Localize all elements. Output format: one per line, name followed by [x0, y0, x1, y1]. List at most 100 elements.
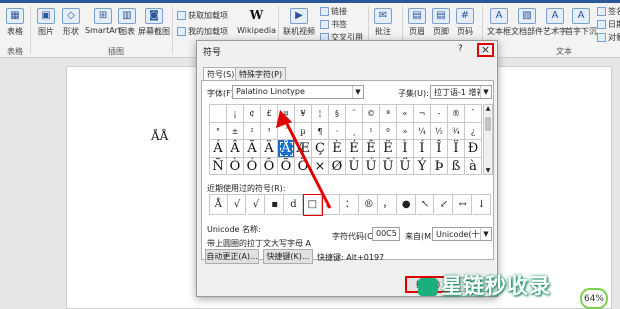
tab-special-characters[interactable]: 特殊字符(P) — [235, 67, 287, 81]
dialog-title: 符号 — [203, 48, 222, 58]
symbol-cell[interactable]: » — [397, 122, 414, 140]
recent-symbol[interactable]: ↖ — [416, 195, 435, 215]
symbol-cell[interactable]: ¼ — [414, 122, 431, 140]
shortcut-key-button[interactable]: 快捷键(K)... — [263, 249, 313, 264]
symbol-cell[interactable]: Û — [380, 157, 397, 175]
symbol-cell[interactable]: Ü — [397, 157, 414, 175]
symbol-cell[interactable]: Ù — [346, 157, 363, 175]
scroll-up-icon[interactable]: ▲ — [484, 105, 492, 112]
close-button[interactable]: × — [477, 43, 494, 57]
charcode-input[interactable]: 00C5 — [372, 227, 400, 241]
symbol-cell[interactable]: ¨ — [346, 105, 363, 123]
symbol-cell[interactable]: © — [363, 105, 380, 123]
footer-icon: ▤ — [432, 8, 450, 24]
symbol-cell[interactable]: ¿ — [465, 122, 482, 140]
symbol-cell[interactable]: Ý — [414, 157, 431, 175]
link-button[interactable]: 链接 — [320, 6, 347, 17]
symbol-grid-scrollbar[interactable]: ▲ ▼ — [483, 104, 493, 175]
my-addins-button[interactable]: 我的加载项 — [177, 26, 228, 37]
symbol-cell[interactable]: ß — [448, 157, 465, 175]
get-addins-button[interactable]: 获取加载项 — [177, 10, 228, 21]
symbol-cell[interactable]: ª — [380, 105, 397, 123]
tab-symbols[interactable]: 符号(S) — [203, 67, 239, 81]
picture-button[interactable]: ▣ 图片 — [37, 8, 55, 37]
chart-button[interactable]: ▥ 图表 — [118, 8, 136, 37]
symbol-cell[interactable]: à — [465, 157, 482, 175]
symbol-cell[interactable]: Ì — [397, 140, 414, 158]
scrollbar-thumb[interactable] — [485, 117, 491, 131]
help-button[interactable]: ? — [458, 44, 463, 54]
footer-button[interactable]: ▤ 页脚 — [432, 8, 450, 37]
recent-symbol[interactable]: ↙ — [435, 195, 454, 215]
table-button[interactable]: ▦ 表格 — [6, 8, 24, 37]
scroll-down-icon[interactable]: ▼ — [484, 167, 492, 174]
symbol-cell[interactable]: Ê — [363, 140, 380, 158]
recent-symbol[interactable]: ® — [360, 195, 378, 215]
symbol-cell[interactable]: Î — [431, 140, 448, 158]
screenshot-button[interactable]: ◙ 屏幕截图 — [138, 8, 170, 37]
object-button[interactable]: 对象 — [597, 32, 620, 43]
symbol-cell[interactable]: Ð — [465, 140, 482, 158]
group-label-illustrations: 插图 — [108, 47, 124, 56]
symbol-cell[interactable]: É — [346, 140, 363, 158]
symbol-cell[interactable]: ¬ — [414, 105, 431, 123]
dropcap-button[interactable]: A 首字下沉 — [565, 8, 597, 37]
font-select[interactable]: Palatino Linotype ▼ — [232, 85, 364, 99]
from-select[interactable]: Unicode(十六进 ▼ — [432, 227, 492, 241]
symbol-cell[interactable]: ° — [210, 122, 227, 140]
link-icon — [320, 7, 329, 16]
watermark: 星链秒收录 — [418, 270, 551, 300]
page-number-button[interactable]: # 页码 — [456, 8, 474, 37]
symbol-cell[interactable]: ¸ — [346, 122, 363, 140]
textbox-button[interactable]: A 文本框 — [487, 8, 511, 37]
recent-symbol[interactable]: ： — [341, 195, 360, 215]
recent-symbol[interactable]: ↓ — [473, 195, 491, 215]
symbol-cell[interactable]: Ñ — [210, 157, 227, 175]
smartart-button[interactable]: ⊞ SmartArt — [85, 8, 121, 35]
bookmark-button[interactable]: 书签 — [320, 19, 347, 30]
symbol-cell[interactable]: - — [431, 105, 448, 123]
symbol-cell[interactable]: Ë — [380, 140, 397, 158]
symbol-cell[interactable] — [210, 105, 227, 123]
symbol-cell[interactable]: ® — [448, 105, 465, 123]
ribbon-accent-bar — [0, 0, 620, 3]
signature-icon — [597, 7, 606, 16]
symbol-cell[interactable]: º — [380, 122, 397, 140]
header-button[interactable]: ▤ 页眉 — [408, 8, 426, 37]
symbol-cell[interactable]: Í — [414, 140, 431, 158]
datetime-button[interactable]: 日期 — [597, 19, 620, 30]
addins-icon — [177, 27, 186, 36]
arrow-shaft — [282, 117, 332, 209]
document-text[interactable]: ÅÅ — [151, 129, 168, 143]
symbol-cell[interactable]: Ï — [448, 140, 465, 158]
textbox-icon: A — [490, 8, 508, 24]
symbol-cell[interactable]: ½ — [431, 122, 448, 140]
wikipedia-button[interactable]: W Wikipedia — [237, 8, 276, 35]
shapes-button[interactable]: ◇ 形状 — [62, 8, 80, 37]
chevron-down-icon: ▼ — [352, 86, 363, 98]
wordart-button[interactable]: A 艺术字 — [543, 8, 567, 37]
docparts-button[interactable]: ▧ 文档部件 — [511, 8, 543, 37]
symbol-cell[interactable]: ¾ — [448, 122, 465, 140]
symbol-cell[interactable]: « — [397, 105, 414, 123]
subset-label: 子集(U): — [398, 89, 429, 98]
symbol-cell[interactable]: Á — [210, 140, 227, 158]
symbol-cell[interactable]: Ú — [363, 157, 380, 175]
comment-button[interactable]: ✉ 批注 — [374, 8, 392, 37]
unicode-name-label: Unicode 名称: — [207, 225, 261, 234]
symbol-cell[interactable]: ¯ — [465, 105, 482, 123]
signature-button[interactable]: 签名 — [597, 6, 620, 17]
shortcut-text: 快捷键: Alt+0197 — [317, 253, 385, 262]
camera-icon: ◙ — [145, 8, 163, 24]
recent-symbol[interactable]: ● — [398, 195, 416, 215]
comment-icon: ✉ — [374, 8, 392, 24]
symbol-cell[interactable]: Þ — [431, 157, 448, 175]
online-video-button[interactable]: ▶ 联机视频 — [283, 8, 315, 37]
subset-select[interactable]: 拉丁语-1 增补 ▼ — [430, 85, 492, 99]
autocorrect-button[interactable]: 自动更正(A)... — [205, 249, 259, 264]
recent-symbol[interactable]: Å — [210, 195, 228, 215]
recent-symbol[interactable]: ， — [379, 195, 397, 215]
recent-symbol[interactable]: ↔ — [454, 195, 472, 215]
annotation-arrow — [276, 110, 332, 209]
symbol-cell[interactable]: ¹ — [363, 122, 380, 140]
